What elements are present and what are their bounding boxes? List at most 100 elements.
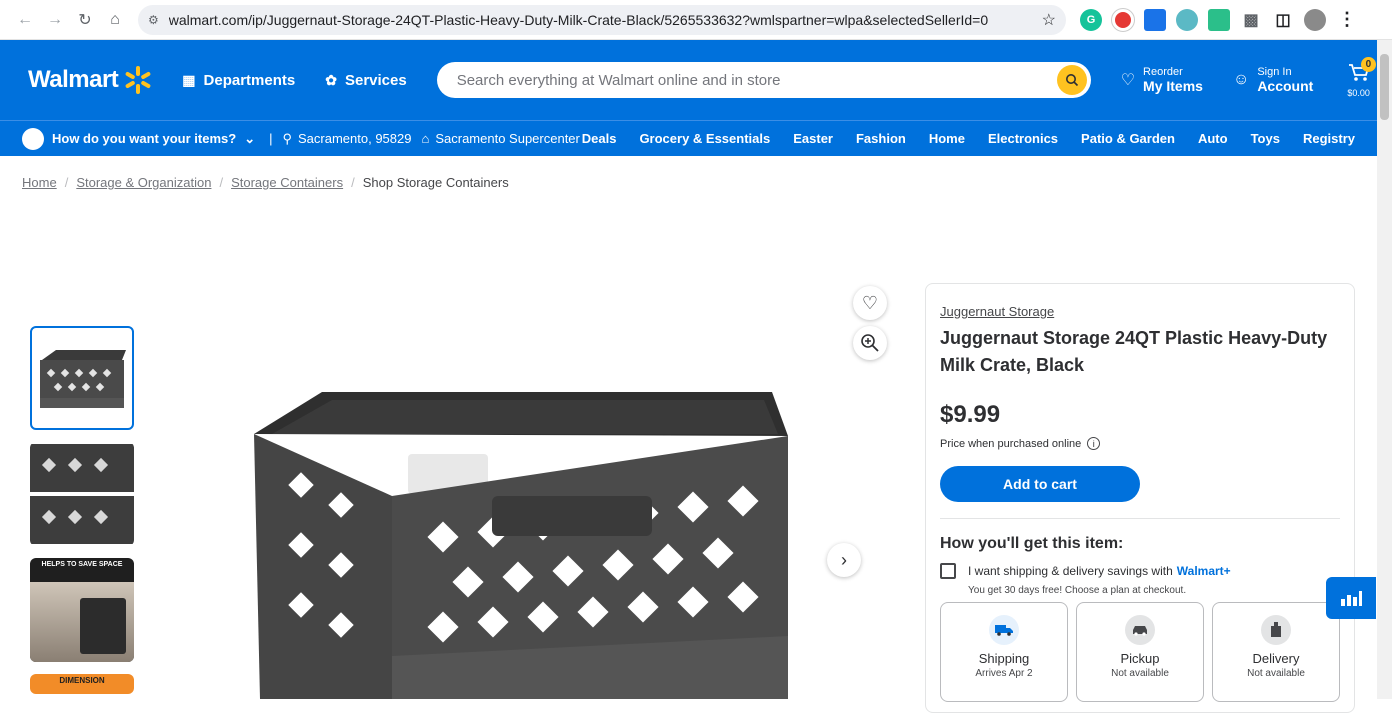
delivery-label: Delivery [1252,651,1300,666]
price-note: Price when purchased online i [940,437,1340,450]
search-icon [1065,74,1078,87]
walmart-logo[interactable]: Walmart [28,66,152,94]
add-to-cart-button[interactable]: Add to cart [940,466,1140,502]
site-info-icon[interactable]: ⚙ [148,13,159,27]
extensions-icon[interactable]: ▩ [1240,9,1262,31]
category-registry[interactable]: Registry [1303,131,1355,146]
chevron-down-icon: ⌄ [244,130,256,146]
store-text: Sacramento Supercenter [435,131,580,146]
location-text: Sacramento, 95829 [298,131,412,146]
zoom-in-icon [861,334,879,352]
buy-box: Juggernaut Storage Juggernaut Storage 24… [925,283,1355,713]
signin-small-label: Sign In [1257,66,1292,78]
search-button[interactable] [1056,65,1087,95]
browser-toolbar: ← → ↻ ⌂ ⚙ walmart.com/ip/Juggernaut-Stor… [0,0,1392,40]
fulfillment-icon [22,127,44,150]
forward-icon[interactable]: → [40,5,70,35]
subnav-separator: | [269,131,273,146]
bar-chart-icon [1341,591,1362,606]
product-title: Juggernaut Storage 24QT Plastic Heavy-Du… [940,328,1328,375]
crate-image [254,392,788,699]
thumbnail-1[interactable] [30,326,134,430]
pickup-label: Pickup [1120,651,1160,666]
departments-label: Departments [203,71,296,89]
reorder-link[interactable]: ♡ Reorder My Items [1121,66,1203,94]
feedback-widget-button[interactable] [1326,577,1376,619]
category-toys[interactable]: Toys [1251,131,1280,146]
price-note-text: Price when purchased online [940,437,1082,450]
menu-dots-icon[interactable]: ⋮ [1336,9,1358,31]
walmart-plus-option[interactable]: I want shipping & delivery savings with … [940,563,1340,579]
breadcrumb-separator: / [351,175,355,190]
stacked-crates-image [30,442,134,546]
page-scrollbar[interactable] [1377,40,1392,699]
search-input[interactable]: Search everything at Walmart online and … [457,72,1057,89]
category-patio[interactable]: Patio & Garden [1081,131,1175,146]
scrollbar-thumb[interactable] [1380,54,1389,120]
thumbnail-4-label: DIMENSION [59,676,105,685]
shipping-option[interactable]: Shipping Arrives Apr 2 [940,602,1068,702]
reorder-small-label: Reorder [1143,66,1183,78]
signin-big-label: Account [1257,78,1314,94]
thumbnail-list: HELPS TO SAVE SPACE DIMENSION [30,326,134,706]
bookmark-star-icon[interactable]: ☆ [1042,10,1056,30]
reorder-big-label: My Items [1143,78,1203,94]
main-product-image[interactable] [232,356,812,699]
category-links: Deals Grocery & Essentials Easter Fashio… [582,131,1355,146]
store-link[interactable]: ⌂ Sacramento Supercenter [421,131,579,146]
thumbnail-3-banner: HELPS TO SAVE SPACE [41,561,123,568]
category-easter[interactable]: Easter [793,131,833,146]
favorite-button[interactable]: ♡ [853,286,887,320]
category-deals[interactable]: Deals [582,131,617,146]
home-icon[interactable]: ⌂ [100,5,130,35]
grammarly-extension-icon[interactable]: G [1080,8,1102,31]
breadcrumb-home[interactable]: Home [22,175,57,190]
category-home[interactable]: Home [929,131,965,146]
back-icon[interactable]: ← [10,5,40,35]
departments-button[interactable]: ▦ Departments [182,72,295,89]
sidepanel-icon[interactable]: ◫ [1272,9,1294,31]
pin-icon: ⚲ [282,130,293,146]
reload-icon[interactable]: ↻ [70,5,100,35]
thumbnail-2[interactable] [30,442,134,546]
thumbnail-3[interactable]: HELPS TO SAVE SPACE [30,558,134,662]
breadcrumb-storage-organization[interactable]: Storage & Organization [76,175,211,190]
shipping-sub: Arrives Apr 2 [975,668,1033,679]
puzzle-extension-icon[interactable] [1208,8,1230,31]
heart-icon: ♡ [1120,72,1136,89]
category-fashion[interactable]: Fashion [856,131,906,146]
category-auto[interactable]: Auto [1198,131,1228,146]
grid-icon: ▦ [182,71,196,88]
account-link[interactable]: ☺ Sign In Account [1233,66,1313,94]
services-icon: ✿ [325,71,337,88]
logo-text: Walmart [28,66,119,93]
thumbnail-4[interactable]: DIMENSION [30,674,134,694]
category-electronics[interactable]: Electronics [988,131,1058,146]
walmart-plus-checkbox[interactable] [940,563,956,579]
location-link[interactable]: ⚲ Sacramento, 95829 [282,131,411,147]
pokeball-extension-icon[interactable] [1111,7,1135,32]
url-text[interactable]: walmart.com/ip/Juggernaut-Storage-24QT-P… [169,12,1042,28]
zoom-button[interactable] [853,326,887,360]
address-bar[interactable]: ⚙ walmart.com/ip/Juggernaut-Storage-24QT… [138,4,1066,35]
category-grocery[interactable]: Grocery & Essentials [639,131,770,146]
next-image-button[interactable]: › [827,543,861,577]
profile-avatar[interactable] [1304,8,1326,31]
shipping-savings-text: I want shipping & delivery savings with [968,564,1173,578]
chart-extension-icon[interactable] [1144,8,1166,31]
breadcrumb-storage-containers[interactable]: Storage Containers [231,175,343,190]
trial-text: You get 30 days free! Choose a plan at c… [968,585,1187,596]
info-icon[interactable]: i [1087,437,1101,450]
delivery-option[interactable]: Delivery Not available [1212,602,1340,702]
ai-extension-icon[interactable] [1176,8,1198,31]
store-icon: ⌂ [421,131,430,146]
cart-button[interactable]: 0 $0.00 [1347,56,1376,98]
search-bar[interactable]: Search everything at Walmart online and … [436,62,1091,98]
sub-navigation: How do you want your items? ⌄ | ⚲ Sacram… [0,120,1377,156]
chevron-right-icon: › [841,549,847,570]
services-button[interactable]: ✿ Services [325,72,406,89]
fulfillment-selector[interactable]: How do you want your items? ⌄ [22,127,256,150]
pickup-option[interactable]: Pickup Not available [1076,602,1204,702]
breadcrumb-current: Shop Storage Containers [362,175,509,190]
brand-link[interactable]: Juggernaut Storage [940,304,1340,319]
